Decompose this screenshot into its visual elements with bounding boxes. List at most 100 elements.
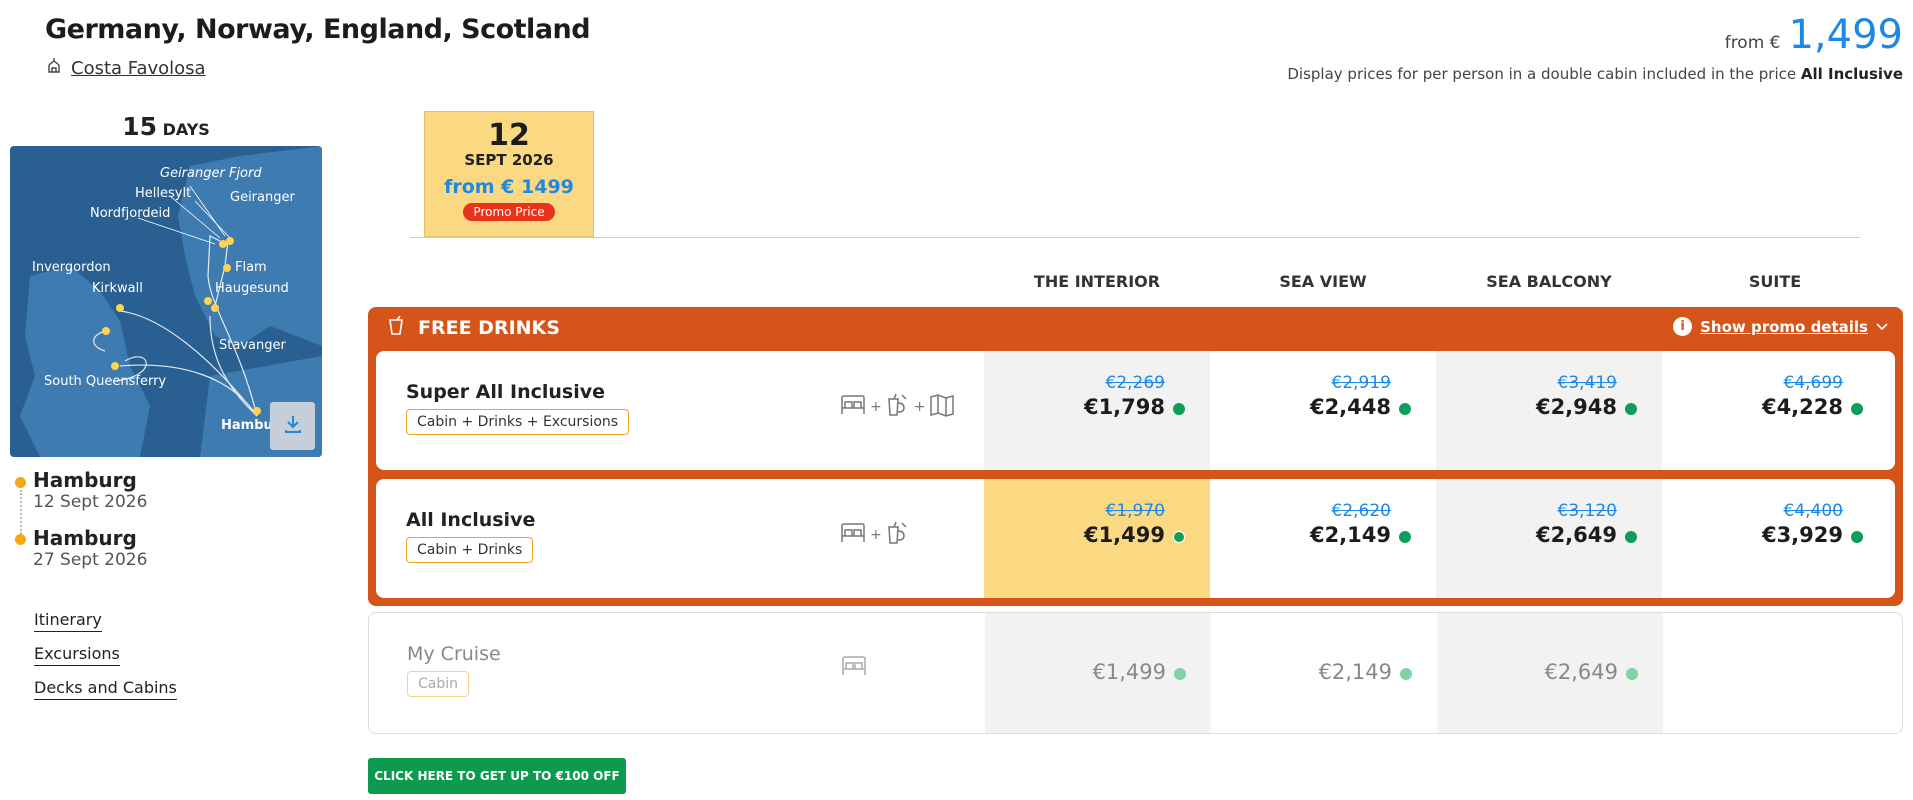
decks-and-cabins-link[interactable]: Decks and Cabins [34,678,177,700]
map-label-haugesund: Haugesund [215,281,289,296]
price-cell[interactable]: €2,620 €2,149 [1210,479,1436,598]
map-point-flam [223,264,231,272]
availability-dot [1173,531,1185,543]
old-price: €4,400 [1783,501,1843,521]
new-price: €1,499 [1092,660,1166,684]
col-head-interior: THE INTERIOR [1033,272,1161,291]
map-point-south-queensferry [111,362,119,370]
from-price-label: from € [1724,33,1781,53]
old-price: €4,699 [1783,373,1843,393]
price-cell[interactable]: €2,269 €1,798 [984,351,1210,470]
availability-dot [1625,531,1637,543]
date-tab-selected[interactable]: 12 SEPT 2026 from € 1499 Promo Price [424,111,594,237]
price-cell[interactable]: €4,400 €3,929 [1662,479,1888,598]
old-price: €2,269 [1105,373,1165,393]
from-price: from € 1,499 [1725,12,1903,58]
chevron-down-icon [1876,318,1888,336]
show-promo-details[interactable]: i Show promo details [1673,317,1888,336]
price-cell[interactable]: €2,149 [1211,613,1437,733]
arrival-stop: Hamburg 27 Sept 2026 [33,526,147,570]
map-point-hamburg [253,407,261,415]
promo-details-link[interactable]: Show promo details [1700,318,1868,336]
arrival-date: 27 Sept 2026 [33,550,148,570]
departure-date: 12 Sept 2026 [33,492,148,512]
package-tag: Cabin + Drinks [406,537,534,563]
map-label-kirkwall: Kirkwall [92,281,143,296]
new-price: €2,149 [1309,523,1391,547]
plus-sign: + [913,399,926,415]
package-name: All Inclusive [406,509,536,531]
package-icons [841,655,867,681]
price-cell[interactable]: €1,499 [985,613,1211,733]
availability-dot [1400,668,1412,680]
map-label-geiranger-fjord: Geiranger Fjord [160,166,262,181]
package-tag: Cabin [407,671,470,697]
date-tab-day: 12 [488,118,530,153]
ship-name[interactable]: Costa Favolosa [71,58,206,79]
new-price: €2,948 [1535,395,1617,419]
map-point-haugesund [204,297,212,305]
plus-sign: + [870,527,882,543]
price-cell[interactable]: €3,120 €2,649 [1436,479,1662,598]
map-download-button[interactable] [270,402,315,450]
excursions-link[interactable]: Excursions [34,644,120,666]
new-price: €2,649 [1544,660,1618,684]
package-name: Super All Inclusive [406,381,606,403]
price-cell-selected[interactable]: €1,970 €1,499 [984,479,1210,598]
map-label-geiranger: Geiranger [230,190,295,205]
itinerary-link[interactable]: Itinerary [34,610,102,632]
display-note: Display prices for per person in a doubl… [1287,65,1903,83]
plus-sign: + [870,399,882,415]
display-note-text: Display prices for per person in a doubl… [1287,65,1797,83]
package-icons: + + [840,393,955,421]
package-row-all-inclusive: All Inclusive Cabin + Drinks + €1,970 €1… [376,479,1895,598]
new-price: €4,228 [1761,395,1843,419]
old-price: €2,620 [1331,501,1391,521]
new-price: €2,649 [1535,523,1617,547]
new-price: €2,448 [1309,395,1391,419]
old-price: €3,120 [1557,501,1617,521]
package-icons: + [840,521,910,549]
map-label-invergordon: Invergordon [32,260,111,275]
from-price-value: 1,499 [1788,12,1903,58]
bed-icon [841,655,867,681]
departure-dot [15,477,26,488]
drink-icon [388,315,404,340]
price-cell[interactable]: €2,919 €2,448 [1210,351,1436,470]
price-cell[interactable]: €2,649 [1437,613,1663,733]
price-cell[interactable]: €4,699 €4,228 [1662,351,1888,470]
route-line [20,490,22,534]
bed-icon [840,394,866,420]
side-nav: Itinerary Excursions Decks and Cabins [34,610,177,712]
info-icon: i [1673,317,1693,336]
departure-stop: Hamburg 12 Sept 2026 [33,468,147,512]
new-price: €1,499 [1083,523,1165,547]
display-note-package: All Inclusive [1800,65,1903,83]
new-price: €2,149 [1318,660,1392,684]
ship-link[interactable]: Costa Favolosa [45,57,206,80]
map-icon [929,393,955,421]
map-label-nordfjordeid: Nordfjordeid [90,206,171,221]
map-point-hellesylt [219,240,227,248]
departure-port: Hamburg [33,468,137,492]
availability-dot [1626,668,1638,680]
bed-icon [840,522,866,548]
availability-dot [1851,531,1863,543]
package-name: My Cruise [407,643,501,665]
discount-cta-button[interactable]: CLICK HERE TO GET UP TO €100 OFF [368,758,626,794]
map-label-south-queensferry: South Queensferry [44,374,167,389]
availability-dot [1625,403,1637,415]
package-row-super-all-inclusive: Super All Inclusive Cabin + Drinks + Exc… [376,351,1895,470]
date-tabs-divider [410,237,1860,238]
arrival-dot [15,534,26,545]
availability-dot [1173,403,1185,415]
map-point-invergordon [102,327,110,335]
availability-dot [1399,531,1411,543]
col-head-sea-view: SEA VIEW [1279,272,1367,291]
old-price: €3,419 [1557,373,1617,393]
old-price: €2,919 [1331,373,1391,393]
availability-dot [1399,403,1411,415]
promo-title: FREE DRINKS [418,317,560,339]
price-cell[interactable]: €3,419 €2,948 [1436,351,1662,470]
days-number: 15 [122,112,157,141]
